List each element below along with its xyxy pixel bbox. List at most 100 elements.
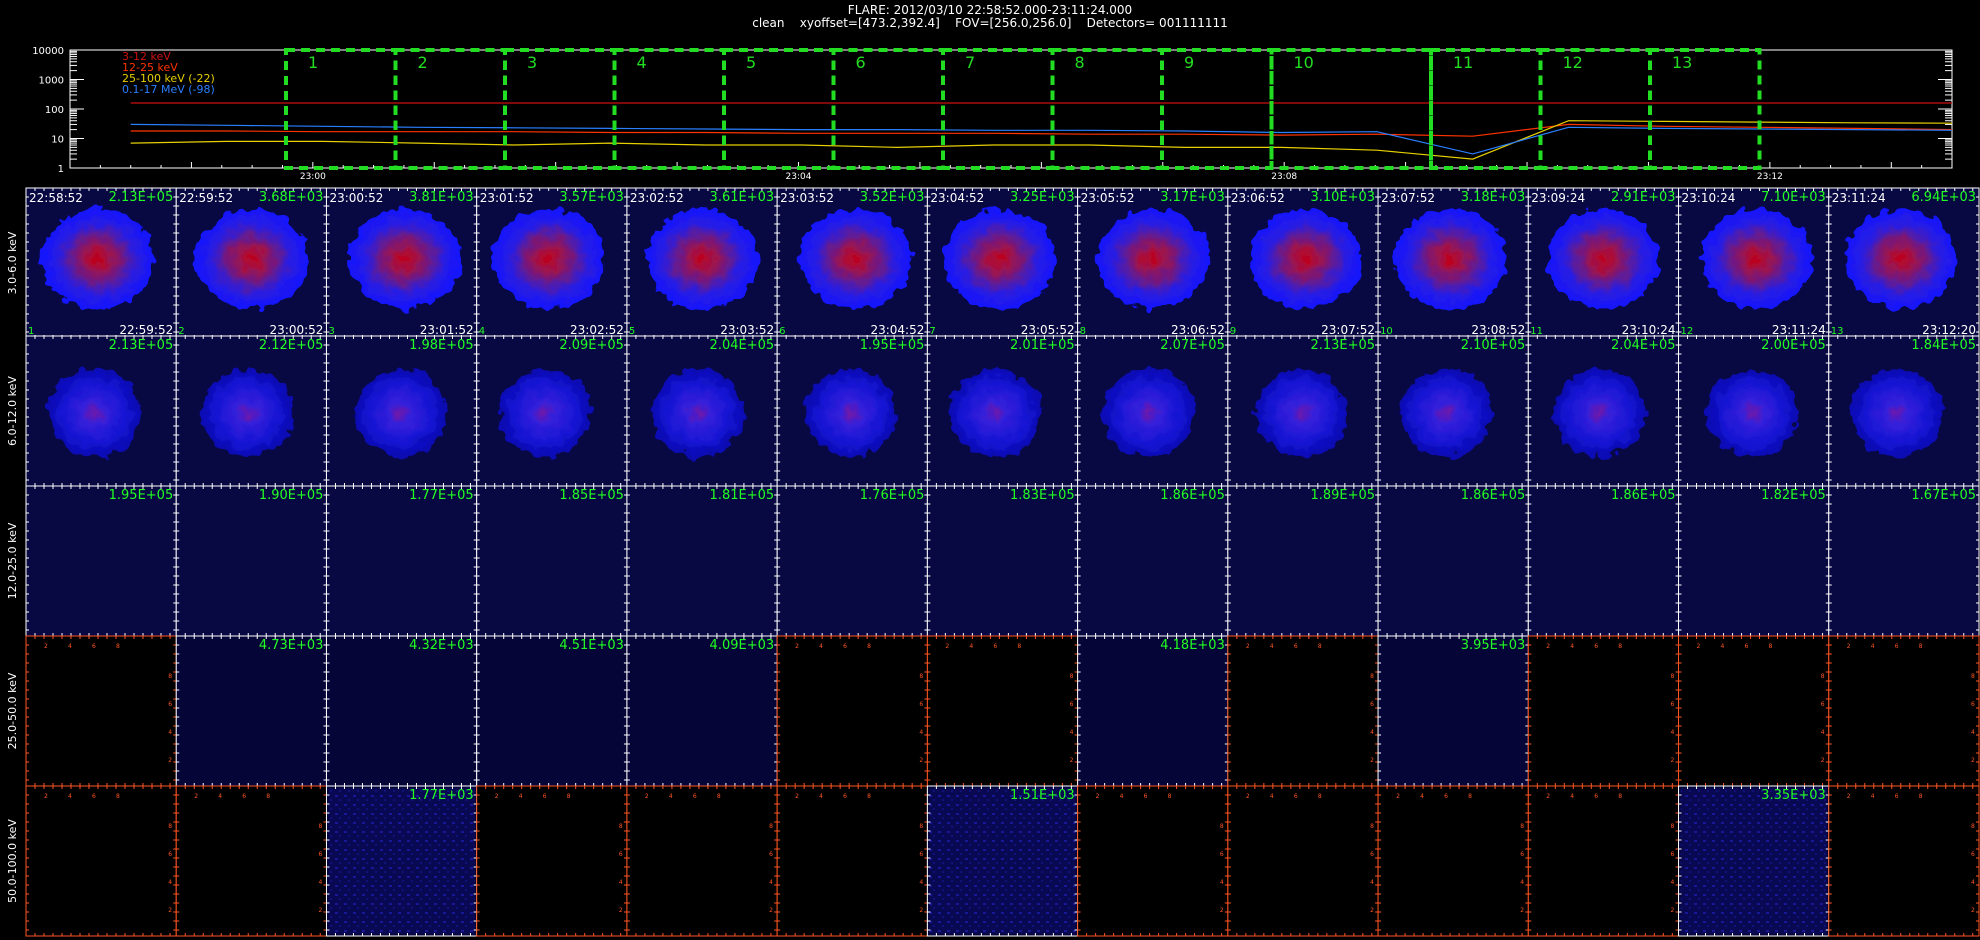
axis-number: 8 (1919, 793, 1923, 800)
max-value-label: 1.67E+05 (1911, 488, 1976, 503)
axis-number: 6 (1895, 793, 1899, 800)
interval-index: 5 (629, 326, 635, 337)
axis-number: 2 (1370, 757, 1374, 764)
axis-number: 8 (116, 643, 120, 650)
axis-number: 6 (318, 851, 322, 858)
max-value-label: 3.81E+03 (409, 190, 474, 205)
row-label: 12.0-25.0 keV (6, 522, 19, 599)
axis-number: 4 (1971, 879, 1975, 886)
axis-number: 2 (1671, 757, 1675, 764)
source-blob (805, 369, 898, 457)
noise-image (929, 788, 1076, 934)
max-value-label: 7.10E+03 (1761, 190, 1826, 205)
axis-number: 4 (519, 793, 523, 800)
axis-number: 2 (795, 793, 799, 800)
axis-number: 2 (168, 907, 172, 914)
axis-number: 4 (1871, 643, 1875, 650)
max-value-label: 1.77E+03 (409, 788, 474, 803)
axis-number: 6 (769, 851, 773, 858)
image-panel (26, 636, 177, 786)
axis-number: 4 (919, 729, 923, 736)
start-time-label: 23:05:52 (1081, 191, 1135, 205)
axis-number: 8 (769, 823, 773, 830)
source-blob (42, 209, 155, 309)
max-value-label: 4.09E+03 (710, 638, 775, 653)
axis-number: 6 (993, 643, 997, 650)
max-value-label: 4.51E+03 (559, 638, 624, 653)
image-panel (176, 486, 327, 636)
source-blob (646, 209, 759, 309)
axis-number: 2 (1821, 757, 1825, 764)
source-blob (799, 209, 912, 309)
max-value-label: 1.51E+03 (1010, 788, 1075, 803)
axis-number: 4 (1070, 729, 1074, 736)
max-value-label: 3.35E+03 (1761, 788, 1826, 803)
interval-index: 13 (1831, 326, 1844, 337)
axis-number: 2 (1546, 793, 1550, 800)
image-panel (1077, 786, 1228, 936)
axis-number: 8 (1468, 793, 1472, 800)
axis-number: 2 (945, 643, 949, 650)
max-value-label: 2.07E+05 (1160, 338, 1225, 353)
axis-number: 8 (168, 673, 172, 680)
axis-number: 6 (168, 851, 172, 858)
axis-number: 6 (1745, 643, 1749, 650)
image-panel (1828, 486, 1979, 636)
interval-index: 12 (1681, 326, 1694, 337)
axis-number: 8 (1168, 793, 1172, 800)
axis-number: 6 (92, 643, 96, 650)
image-panel (927, 636, 1078, 786)
axis-number: 4 (1270, 643, 1274, 650)
start-time-label: 23:00:52 (329, 191, 383, 205)
source-blob (1706, 369, 1799, 457)
interval-index: 6 (779, 326, 785, 337)
end-time-label: 22:59:52 (119, 323, 173, 337)
max-value-label: 1.85E+05 (559, 488, 624, 503)
max-value-label: 1.86E+05 (1160, 488, 1225, 503)
axis-number: 8 (1618, 643, 1622, 650)
axis-number: 8 (567, 793, 571, 800)
start-time-label: 22:59:52 (179, 191, 233, 205)
axis-number: 2 (769, 907, 773, 914)
max-value-label: 1.76E+05 (860, 488, 925, 503)
source-blob (1255, 369, 1348, 457)
max-value-label: 2.04E+05 (1611, 338, 1676, 353)
axis-number: 6 (1294, 643, 1298, 650)
max-value-label: 2.12E+05 (259, 338, 324, 353)
source-blob (48, 369, 141, 457)
axis-number: 6 (1144, 793, 1148, 800)
axis-number: 8 (1971, 823, 1975, 830)
axis-number: 8 (318, 823, 322, 830)
max-value-label: 3.25E+03 (1010, 190, 1075, 205)
image-panel (326, 486, 477, 636)
source-blob (1096, 209, 1209, 309)
max-value-label: 3.17E+03 (1160, 190, 1225, 205)
axis-number: 6 (92, 793, 96, 800)
axis-number: 4 (669, 793, 673, 800)
axis-number: 6 (1671, 851, 1675, 858)
max-value-label: 1.95E+05 (109, 488, 174, 503)
image-panel (626, 786, 778, 936)
end-time-label: 23:06:52 (1171, 323, 1225, 337)
axis-number: 8 (1971, 673, 1975, 680)
axis-number: 4 (1570, 643, 1574, 650)
axis-number: 6 (843, 643, 847, 650)
image-panel (927, 486, 1078, 636)
axis-number: 4 (1220, 879, 1224, 886)
axis-number: 8 (1671, 673, 1675, 680)
max-value-label: 2.09E+05 (559, 338, 624, 353)
axis-number: 4 (68, 793, 72, 800)
image-panel (176, 786, 327, 936)
axis-number: 8 (1017, 643, 1021, 650)
source-blob (1400, 369, 1493, 457)
axis-number: 4 (1420, 793, 1424, 800)
axis-number: 2 (1246, 793, 1250, 800)
max-value-label: 2.01E+05 (1010, 338, 1075, 353)
start-time-label: 23:03:52 (780, 191, 834, 205)
image-panel (1077, 636, 1228, 786)
start-time-label: 23:06:52 (1231, 191, 1285, 205)
max-value-label: 1.90E+05 (259, 488, 324, 503)
source-blob (195, 209, 308, 309)
axis-number: 6 (1971, 851, 1975, 858)
image-panel (777, 786, 928, 936)
